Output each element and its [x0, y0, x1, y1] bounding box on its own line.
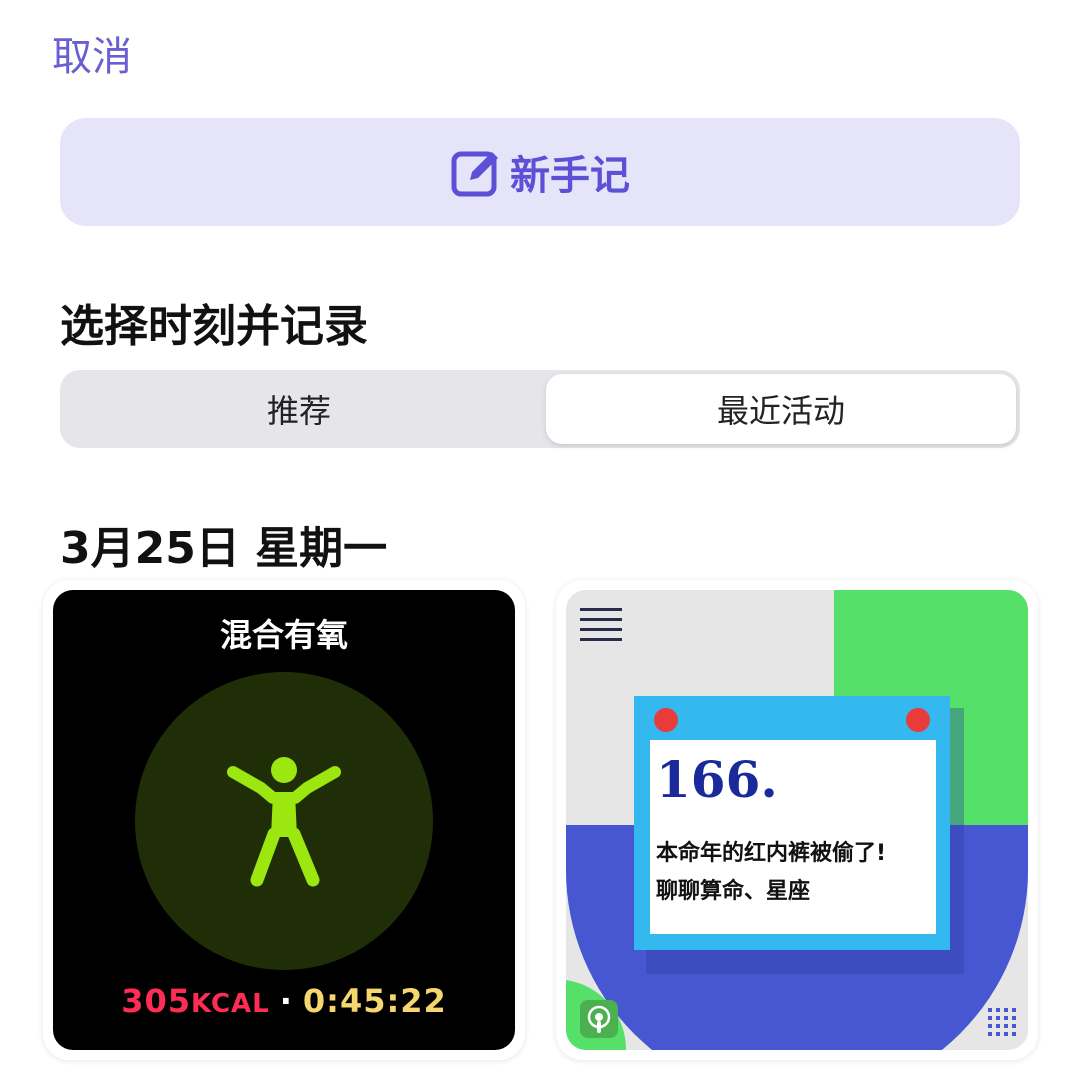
pin-icon: [654, 708, 930, 732]
stats-separator: ·: [279, 982, 293, 1020]
new-note-label: 新手记: [510, 153, 630, 199]
podcast-artwork: 166. 本命年的红内裤被偷了! 聊聊算命、星座: [566, 590, 1028, 1050]
tab-recent-activity[interactable]: 最近活动: [546, 374, 1016, 444]
duration-value: 0:45:22: [302, 982, 447, 1020]
compose-icon: [450, 146, 502, 198]
podcast-card[interactable]: 166. 本命年的红内裤被偷了! 聊聊算命、星座: [556, 580, 1038, 1060]
segmented-control: 推荐 最近活动: [60, 370, 1020, 448]
calories-unit: KCAL: [190, 989, 270, 1019]
menu-lines-icon: [580, 608, 622, 641]
episode-number: 166.: [656, 750, 778, 809]
section-title: 选择时刻并记录: [60, 301, 368, 352]
workout-stats: 305KCAL · 0:45:22: [53, 982, 515, 1020]
date-heading: 3月25日 星期一: [60, 523, 388, 574]
calories-value: 305: [121, 982, 191, 1020]
mixed-cardio-figure-icon: [227, 757, 341, 887]
tab-recommended[interactable]: 推荐: [64, 374, 534, 444]
cancel-button[interactable]: 取消: [52, 24, 132, 82]
new-note-button[interactable]: 新手记: [60, 118, 1020, 226]
grid-dots-icon: [988, 1008, 1016, 1036]
workout-card[interactable]: 混合有氧 305KCAL · 0:45:22: [43, 580, 525, 1060]
episode-title-line1: 本命年的红内裤被偷了!: [656, 841, 887, 866]
episode-title-line2: 聊聊算命、星座: [656, 879, 811, 904]
podcasts-app-icon: [580, 1000, 618, 1038]
workout-title: 混合有氧: [219, 616, 348, 654]
workout-card-content: 混合有氧 305KCAL · 0:45:22: [53, 590, 515, 1050]
